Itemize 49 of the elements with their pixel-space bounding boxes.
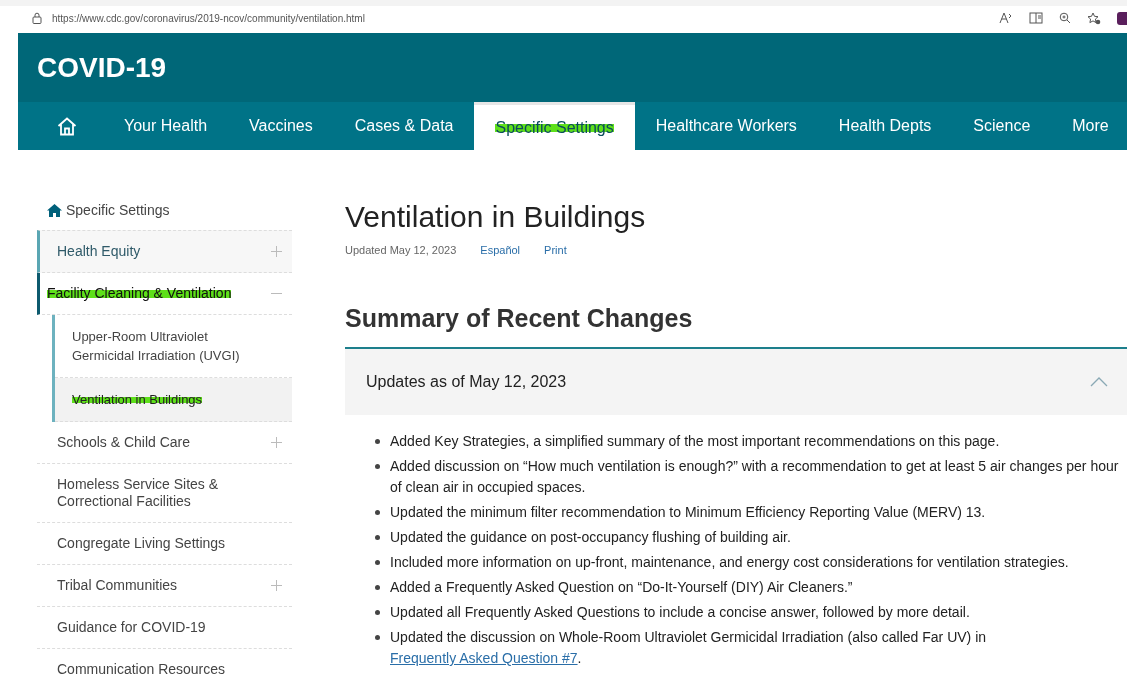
sidebar-item[interactable]: Facility Cleaning & Ventilation — [37, 273, 292, 315]
read-aloud-icon[interactable] — [999, 12, 1013, 24]
list-item-text: Updated the minimum filter recommendation to Minimum Efficiency Reporting Value (MERV) 13. — [390, 503, 986, 522]
list-item-text: Updated the discussion on Whole-Room Ultraviolet Germicidal Irradiation (also called Far UV) in Frequently Asked Question #7. — [390, 628, 988, 668]
nav-tab[interactable]: Vaccines — [228, 102, 334, 150]
nav-tab[interactable]: Science — [952, 102, 1052, 150]
list-item-text: Added a Frequently Asked Question on “Do-It-Yourself (DIY) Air Cleaners.” — [390, 578, 853, 597]
bullet-icon — [375, 439, 380, 444]
sidebar-item[interactable]: Guidance for COVID-19 — [37, 607, 292, 649]
bullet-icon — [375, 560, 380, 565]
nav-tab[interactable]: Healthcare Workers — [634, 102, 818, 150]
lock-icon — [32, 12, 42, 24]
section-title: Summary of Recent Changes — [345, 304, 694, 333]
sidebar-item[interactable]: Tribal Communities — [37, 565, 292, 607]
bullet-icon — [375, 610, 380, 615]
list-item-text: Updated the guidance on post-occupancy flushing of building air. — [390, 528, 791, 547]
nav-tab[interactable]: More — [1051, 102, 1127, 150]
faq-link[interactable]: Frequently Asked Question #7 — [390, 650, 578, 666]
list-item-text: Added Key Strategies, a simplified summary of the most important recommendations on this page. — [390, 432, 1000, 451]
bullet-icon — [375, 635, 380, 640]
sidebar-item[interactable]: Schools & Child Care — [37, 422, 292, 464]
bullet-icon — [375, 510, 380, 515]
page-title: Ventilation in Buildings — [345, 200, 647, 234]
bullet-icon — [375, 535, 380, 540]
sidebar-item[interactable]: Communication Resources — [37, 649, 292, 676]
sidebar-item[interactable]: Congregate Living Settings — [37, 523, 292, 565]
site-title[interactable]: COVID-19 — [37, 51, 167, 84]
home-icon — [47, 203, 62, 217]
bullet-icon — [375, 464, 380, 469]
page-link[interactable]: Español — [480, 244, 521, 256]
page-link[interactable]: Print — [544, 244, 567, 256]
chevron-icon[interactable] — [1090, 377, 1108, 387]
zoom-icon[interactable] — [1059, 12, 1071, 24]
list-item-text: Added discussion on “How much ventilation is enough?” with a recommendation to get at least 5 air changes per hour of clean air in occupied spaces. — [390, 457, 1120, 497]
nav-tab[interactable]: Cases & Data — [333, 102, 475, 150]
sidebar-item[interactable]: Health Equity — [37, 230, 292, 273]
list-item-text: Updated all Frequently Asked Questions to include a concise answer, followed by more detail. — [390, 603, 970, 622]
list-item-text: Included more information on up-front, maintenance, and energy cost considerations for ventilation strategies. — [390, 553, 1069, 572]
home-icon — [57, 116, 77, 136]
sidebar-item[interactable]: Homeless Service Sites & Correctional Facilities — [37, 464, 292, 523]
favorite-star-icon[interactable] — [1087, 11, 1101, 25]
nav-tab[interactable]: Your Health — [103, 102, 229, 150]
accordion-header[interactable]: Updates as of May 12, 2023 — [345, 347, 1127, 415]
updated-date: Updated May 12, 2023 — [345, 244, 457, 256]
bullet-icon — [375, 585, 380, 590]
reader-view-icon[interactable] — [1029, 12, 1043, 24]
sidebar-home-link[interactable]: Specific Settings — [66, 202, 170, 218]
address-field[interactable]: https://www.cdc.gov/coronavirus/2019-ncov/community/ventilation.html — [52, 12, 365, 24]
nav-tab[interactable]: Health Depts — [817, 102, 953, 150]
